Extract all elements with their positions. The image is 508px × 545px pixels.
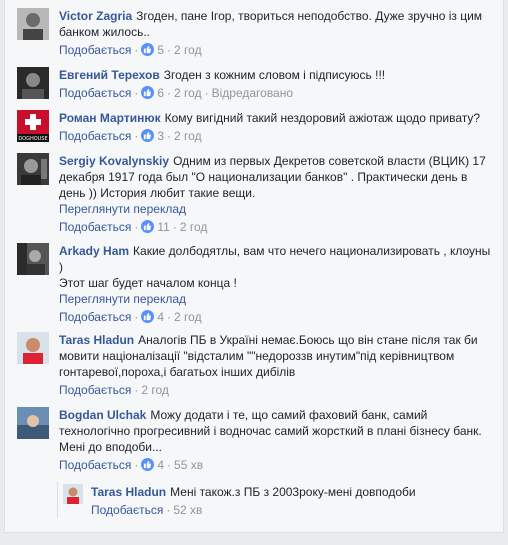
thumbs-up-icon[interactable] — [141, 458, 155, 471]
comment-author[interactable]: Victor Zagria — [59, 9, 132, 23]
like-button[interactable]: Подобається — [59, 129, 131, 143]
avatar[interactable] — [17, 8, 49, 40]
thumbs-up-icon[interactable] — [141, 220, 155, 233]
comment-author[interactable]: Роман Мартинюк — [59, 111, 161, 125]
comment-time[interactable]: 2 год — [174, 310, 202, 324]
comment-time[interactable]: 2 год — [174, 129, 202, 143]
comments-panel: Victor Zagria Згоден, пане Ігор, творитьс… — [4, 0, 504, 533]
comment-author[interactable]: Taras Hladun — [91, 485, 166, 499]
like-count: 4 — [157, 310, 165, 324]
comment-meta: Подобається · 5 · 2 год — [59, 43, 202, 57]
comment-time[interactable]: 52 хв — [173, 503, 202, 517]
comment-time[interactable]: 2 год — [174, 43, 202, 57]
comment-meta: Подобається · 11 · 2 год — [59, 220, 208, 234]
avatar[interactable] — [17, 332, 49, 364]
see-translation-link[interactable]: Переглянути переклад — [59, 291, 495, 307]
comment-meta: Подобається · 52 хв — [91, 503, 203, 517]
comment-text: Мені також.з ПБ з 2003року-мені довподоб… — [170, 485, 416, 499]
comment-author[interactable]: Bogdan Ulchak — [59, 408, 146, 422]
thumbs-up-icon[interactable] — [141, 310, 155, 323]
like-button[interactable]: Подобається — [59, 86, 131, 100]
avatar[interactable] — [17, 407, 49, 439]
avatar[interactable] — [17, 153, 49, 185]
like-count: 11 — [157, 220, 170, 234]
comment-time[interactable]: 2 год — [174, 86, 202, 100]
like-button[interactable]: Подобається — [59, 383, 131, 397]
thumbs-up-icon[interactable] — [141, 129, 155, 142]
comment-time[interactable]: 2 год — [141, 383, 169, 397]
like-count: 5 — [157, 43, 165, 57]
like-button[interactable]: Подобається — [91, 503, 163, 517]
comment-meta: Подобається · 4 · 55 хв — [59, 458, 204, 472]
avatar[interactable]: DOGHOUSE — [17, 110, 49, 142]
thumbs-up-icon[interactable] — [141, 86, 155, 99]
comment-text: Кому вигідний такий нездоровий ажіотаж щ… — [164, 111, 481, 125]
comment-author[interactable]: Taras Hladun — [59, 333, 134, 347]
avatar[interactable] — [17, 67, 49, 99]
like-button[interactable]: Подобається — [59, 220, 131, 234]
like-button[interactable]: Подобається — [59, 458, 131, 472]
like-count: 6 — [157, 86, 165, 100]
avatar[interactable] — [63, 484, 83, 504]
comment-text-line-2: Этот шаг будет началом конца ! — [59, 276, 237, 290]
like-count: 4 — [157, 458, 165, 472]
comment-author[interactable]: Евгений Терехов — [59, 68, 160, 82]
comment-meta: Подобається · 6 · 2 год · Відредаговано — [59, 86, 294, 100]
comment-meta: Подобається · 3 · 2 год — [59, 129, 202, 143]
thumbs-up-icon[interactable] — [141, 43, 155, 56]
comment-meta: Подобається · 4 · 2 год — [59, 310, 202, 324]
avatar[interactable] — [17, 243, 49, 275]
avatar-logo-text: DOGHOUSE — [18, 136, 47, 142]
like-button[interactable]: Подобається — [59, 43, 131, 57]
edited-label[interactable]: Відредаговано — [212, 86, 293, 100]
comment-author[interactable]: Sergiy Kovalynskiy — [59, 154, 169, 168]
comment-meta: Подобається · 2 год — [59, 383, 169, 397]
comment-author[interactable]: Arkady Ham — [59, 244, 129, 258]
like-button[interactable]: Подобається — [59, 310, 131, 324]
comment-time[interactable]: 55 хв — [174, 458, 203, 472]
see-translation-link[interactable]: Переглянути переклад — [59, 201, 495, 217]
reply-thread-line — [57, 482, 58, 518]
comment-time[interactable]: 2 год — [180, 220, 208, 234]
comment-text: Згоден з кожним словом і підписуюсь !!! — [163, 68, 386, 82]
like-count: 3 — [157, 129, 165, 143]
